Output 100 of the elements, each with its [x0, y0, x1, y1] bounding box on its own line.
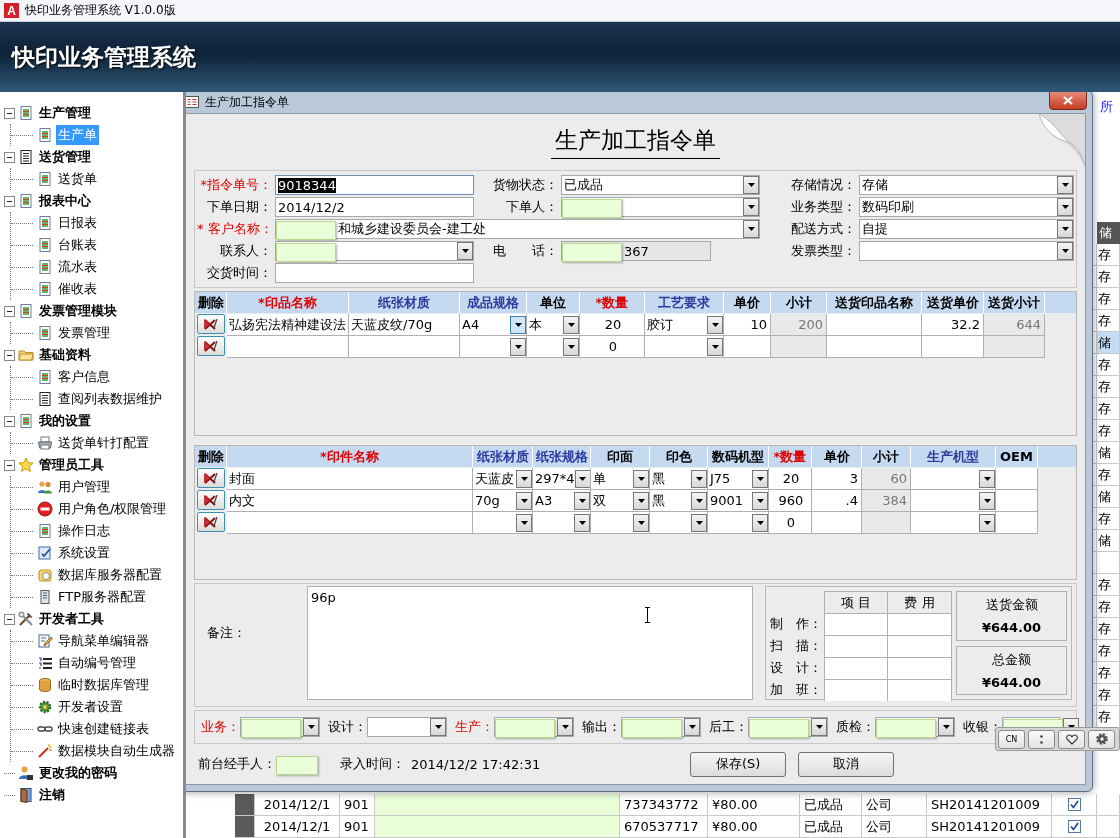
- combo-box[interactable]: [591, 512, 650, 534]
- dropdown-button[interactable]: [574, 469, 590, 488]
- combo-box[interactable]: [561, 197, 760, 217]
- dropdown-button[interactable]: [743, 176, 759, 194]
- tree-item[interactable]: 日报表: [56, 213, 99, 233]
- tree-item[interactable]: 导航菜单编辑器: [56, 631, 151, 651]
- settings-button[interactable]: [1088, 729, 1115, 749]
- checkbox[interactable]: [1067, 798, 1081, 811]
- tree-item[interactable]: 更改我的密码: [37, 763, 119, 783]
- tree-item[interactable]: 送货单针打配置: [56, 433, 151, 453]
- dropdown-button[interactable]: [563, 337, 579, 356]
- tree-item[interactable]: 用户管理: [56, 477, 112, 497]
- dropdown-button[interactable]: [633, 513, 649, 532]
- dropdown-button[interactable]: [557, 718, 573, 736]
- dropdown-button[interactable]: [633, 469, 649, 488]
- favorite-button[interactable]: [1058, 729, 1085, 749]
- dropdown-button[interactable]: [516, 513, 532, 532]
- table-cell[interactable]: 3: [812, 468, 862, 490]
- dropdown-button[interactable]: [743, 220, 759, 238]
- table-cell[interactable]: 弘扬宪法精神建设法: [227, 314, 349, 336]
- dropdown-button[interactable]: [1057, 176, 1073, 194]
- table-cell[interactable]: [724, 336, 771, 358]
- table-cell[interactable]: [824, 657, 888, 679]
- table-cell[interactable]: [996, 512, 1038, 534]
- filter-link[interactable]: 所: [1100, 92, 1120, 116]
- combo-box[interactable]: 已成品: [561, 175, 760, 195]
- combo-box[interactable]: 自提: [859, 219, 1074, 239]
- close-button[interactable]: [1049, 92, 1087, 110]
- table-cell[interactable]: 天蓝皮纹/70g: [349, 314, 460, 336]
- dropdown-button[interactable]: [510, 315, 526, 334]
- tree-item[interactable]: 发票管理模块: [37, 301, 119, 321]
- table-cell[interactable]: 内文: [227, 490, 473, 512]
- language-button[interactable]: CN: [998, 729, 1025, 749]
- combo-box[interactable]: [460, 336, 527, 358]
- table-cell[interactable]: [996, 490, 1038, 512]
- dropdown-button[interactable]: [516, 469, 532, 488]
- combo-box[interactable]: J75: [708, 468, 769, 490]
- text-field[interactable]: [275, 263, 474, 283]
- table-cell[interactable]: [827, 336, 922, 358]
- combo-box[interactable]: 存储: [859, 175, 1074, 195]
- collapse-icon[interactable]: [4, 151, 15, 163]
- combo-box[interactable]: [240, 717, 320, 737]
- dropdown-button[interactable]: [979, 469, 995, 488]
- dropdown-button[interactable]: [1057, 242, 1073, 260]
- combo-box[interactable]: [473, 512, 533, 534]
- combo-box[interactable]: 本: [527, 314, 580, 336]
- table-cell[interactable]: [996, 468, 1038, 490]
- combo-box[interactable]: [533, 512, 591, 534]
- delete-row-button[interactable]: [197, 468, 225, 488]
- tree-item[interactable]: 数据模块自动生成器: [56, 741, 177, 761]
- combo-box[interactable]: 297*4: [533, 468, 591, 490]
- table-cell[interactable]: 20: [580, 314, 645, 336]
- combo-box[interactable]: [650, 512, 708, 534]
- combo-box[interactable]: A3: [533, 490, 591, 512]
- dropdown-button[interactable]: [979, 513, 995, 532]
- tree-item[interactable]: 发票管理: [56, 323, 112, 343]
- combo-box[interactable]: [621, 717, 701, 737]
- checkbox[interactable]: [1067, 820, 1081, 833]
- collapse-icon[interactable]: [4, 613, 15, 625]
- tree-item[interactable]: 我的设置: [37, 411, 93, 431]
- collapse-icon[interactable]: [4, 415, 15, 427]
- combo-box[interactable]: [494, 717, 574, 737]
- tree-item[interactable]: 基础资料: [37, 345, 93, 365]
- dropdown-button[interactable]: [574, 491, 590, 510]
- table-cell[interactable]: 0: [580, 336, 645, 358]
- text-field[interactable]: 9018344: [275, 175, 474, 195]
- table-cell[interactable]: [349, 336, 460, 358]
- combo-box[interactable]: [911, 468, 996, 490]
- dropdown-button[interactable]: [752, 469, 768, 488]
- collapse-icon[interactable]: [4, 107, 15, 119]
- table-cell[interactable]: 960: [769, 490, 812, 512]
- combo-box[interactable]: [275, 241, 474, 261]
- dropdown-button[interactable]: [457, 242, 473, 260]
- tree-item[interactable]: 开发者工具: [37, 609, 106, 629]
- combo-box[interactable]: 和城乡建设委员会-建工处: [275, 219, 760, 239]
- combo-box[interactable]: 胶订: [645, 314, 724, 336]
- tree-item[interactable]: 送货单: [56, 169, 99, 189]
- tree-item[interactable]: 送货管理: [37, 147, 93, 167]
- combo-box[interactable]: [527, 336, 580, 358]
- combo-box[interactable]: 黑: [650, 490, 708, 512]
- dropdown-button[interactable]: [707, 337, 723, 356]
- table-cell[interactable]: [227, 336, 349, 358]
- combo-box[interactable]: [748, 717, 828, 737]
- cancel-button[interactable]: 取消: [798, 751, 895, 777]
- combo-box[interactable]: 数码印刷: [859, 197, 1074, 217]
- dropdown-button[interactable]: [743, 198, 759, 216]
- combo-box[interactable]: [708, 512, 769, 534]
- dropdown-button[interactable]: [691, 469, 707, 488]
- table-cell[interactable]: [888, 613, 952, 635]
- row-selector[interactable]: [235, 794, 255, 816]
- combo-box[interactable]: A4: [460, 314, 527, 336]
- table-cell[interactable]: [888, 635, 952, 657]
- remarks-field[interactable]: 96p: [307, 586, 753, 700]
- tree-item[interactable]: 报表中心: [37, 191, 93, 211]
- tree-item[interactable]: 流水表: [56, 257, 99, 277]
- combo-box[interactable]: 双: [591, 490, 650, 512]
- tree-item[interactable]: 快速创建链接表: [56, 719, 151, 739]
- text-field[interactable]: 2014/12/2: [275, 197, 474, 217]
- table-cell[interactable]: [824, 613, 888, 635]
- table-cell[interactable]: 10: [724, 314, 771, 336]
